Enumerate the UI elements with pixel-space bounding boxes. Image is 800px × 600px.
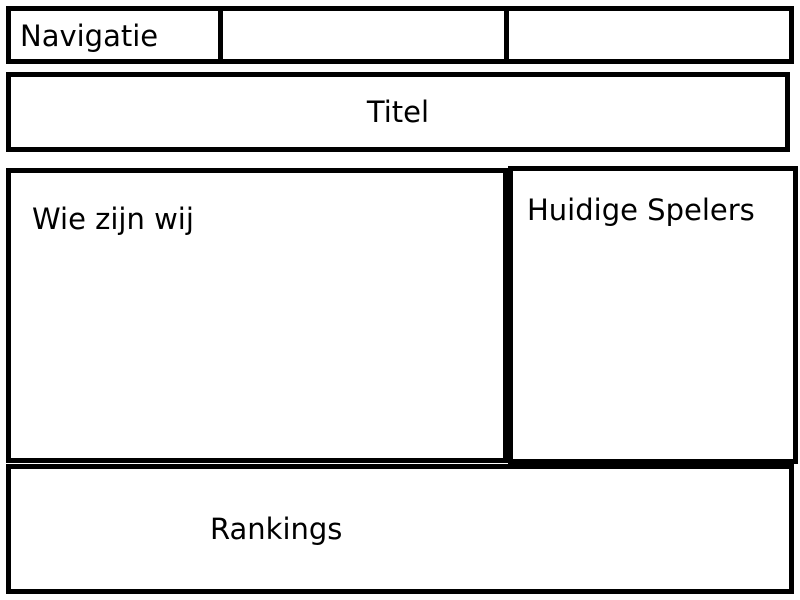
rankings-heading: Rankings bbox=[210, 512, 343, 546]
about-heading: Wie zijn wij bbox=[32, 202, 194, 236]
navigation-bar: Navigatie bbox=[6, 6, 794, 64]
page-title: Titel bbox=[366, 95, 430, 129]
nav-divider bbox=[218, 11, 223, 59]
about-section: Wie zijn wij bbox=[6, 168, 508, 463]
rankings-section: Rankings bbox=[6, 464, 794, 594]
navigation-label: Navigatie bbox=[20, 19, 159, 53]
players-heading: Huidige Spelers bbox=[527, 193, 755, 227]
players-section: Huidige Spelers bbox=[508, 166, 798, 464]
nav-divider bbox=[504, 11, 509, 59]
title-section: Titel bbox=[6, 72, 790, 152]
